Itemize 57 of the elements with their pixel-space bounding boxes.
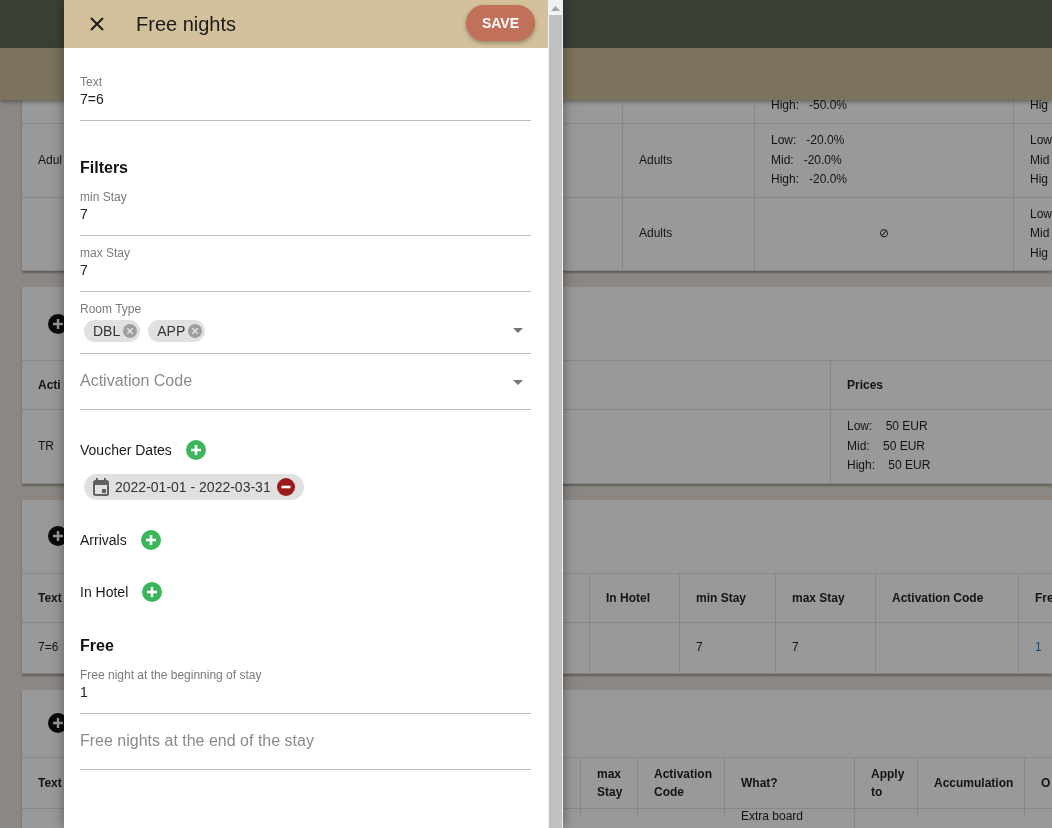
table-cell-text: Low Mid Hig xyxy=(1030,132,1052,188)
multi-select-field[interactable]: Room Type DBL APP xyxy=(80,302,531,354)
table-cell-text: Adults xyxy=(639,225,673,242)
column-header: Activation Code xyxy=(892,589,984,607)
select-field[interactable]: Activation Code xyxy=(80,354,531,410)
empty-symbol: ⊘ xyxy=(879,225,889,242)
column-header: In Hotel xyxy=(606,589,650,607)
scroll-up-arrow-icon[interactable] xyxy=(551,6,560,11)
column-header: Text xyxy=(38,589,62,607)
table-cell-text: 7 xyxy=(696,638,703,656)
field-label: max Stay xyxy=(80,246,131,260)
field-label: Room Type xyxy=(80,302,143,316)
table-cell-text: Low Mid Hig xyxy=(1030,205,1052,262)
section-heading: Free xyxy=(80,636,115,656)
table-cell-text: Adults xyxy=(639,151,673,169)
table-cell-text: TR xyxy=(38,437,54,455)
text-field[interactable]: 7 xyxy=(80,204,531,236)
table-cell: Hig xyxy=(1030,100,1048,112)
date-range-chip[interactable]: 2022-01-01 - 2022-03-31 xyxy=(84,474,304,500)
dropdown-caret-icon[interactable] xyxy=(513,328,523,333)
room-type-chip[interactable]: APP xyxy=(148,320,206,342)
dialog-title: Free nights xyxy=(136,12,238,36)
list-label: Voucher Dates xyxy=(80,442,172,458)
column-header: max Stay xyxy=(792,589,845,607)
field-label: Free night at the beginning of stay xyxy=(80,668,263,682)
column-header: Prices xyxy=(847,377,884,394)
room-type-chip[interactable]: DBL xyxy=(84,320,141,342)
save-button[interactable]: SAVE xyxy=(465,5,535,41)
column-header: Text xyxy=(38,774,62,792)
column-header: Apply to xyxy=(871,765,905,801)
table-cell-text: Adul xyxy=(38,151,63,169)
text-field[interactable]: 7 xyxy=(80,260,531,292)
table-cell: Extra board xyxy=(741,808,804,823)
table-cell: High: -50.0% xyxy=(771,100,848,112)
text-field[interactable]: Free nights at the end of the stay xyxy=(80,714,531,770)
list-label: Arrivals xyxy=(80,532,127,548)
field-label: min Stay xyxy=(80,190,128,204)
text-field[interactable]: 1 xyxy=(80,682,531,714)
column-header: min Stay xyxy=(696,589,746,607)
list-label: In Hotel xyxy=(80,584,129,600)
table-cell-text: Low: -20.0% Mid: -20.0% High: -20.0% xyxy=(771,132,848,188)
section-heading: Filters xyxy=(80,158,129,178)
close-icon[interactable] xyxy=(90,17,104,31)
remove-icon[interactable] xyxy=(276,478,295,496)
column-header: Activation Code xyxy=(654,765,712,801)
column-header: What? xyxy=(741,774,778,792)
calendar-icon xyxy=(93,478,109,496)
column-header: max Stay xyxy=(597,765,623,801)
dropdown-caret-icon[interactable] xyxy=(513,380,523,385)
text-field[interactable]: 7=6 xyxy=(80,89,531,121)
field-label: Text xyxy=(80,75,103,89)
column-header: O xyxy=(1041,774,1051,792)
column-header: Acti xyxy=(38,377,61,394)
column-header: Accumulation xyxy=(934,774,1014,792)
table-cell-text: 7 xyxy=(792,638,799,656)
table-cell-text: 7=6 xyxy=(38,638,59,656)
table-cell-text: Low: 50 EUR Mid: 50 EUR High: 50 EUR xyxy=(847,418,931,474)
